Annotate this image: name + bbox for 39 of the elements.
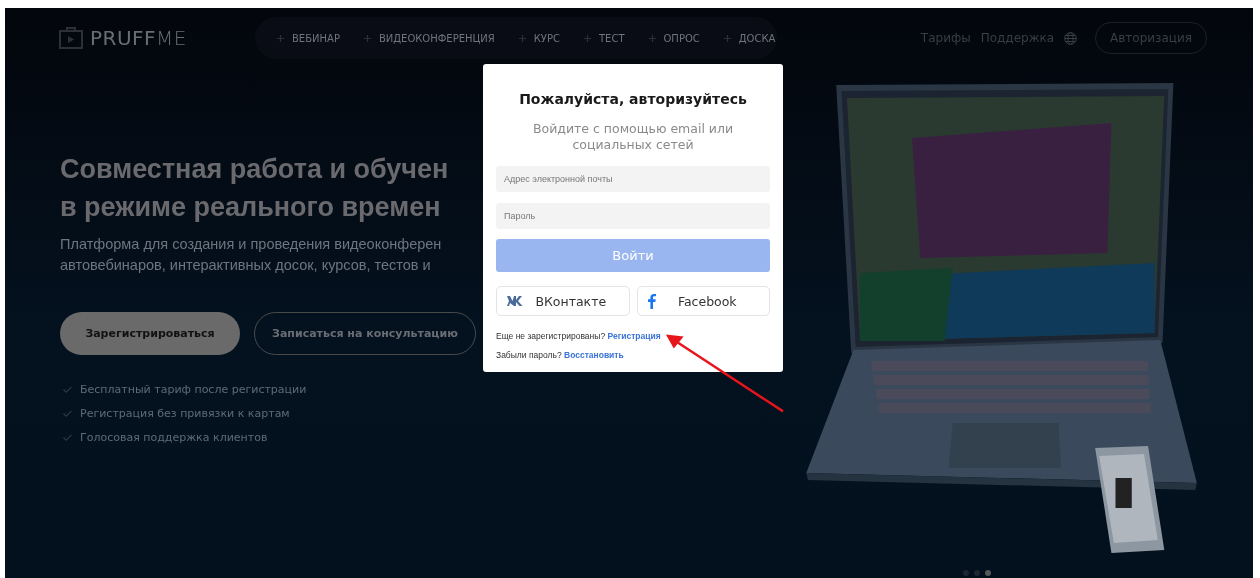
email-field[interactable]: Адрес электронной почты (496, 166, 770, 192)
plus-icon (363, 34, 371, 42)
register-link[interactable]: Регистрация (607, 331, 661, 341)
register-button[interactable]: Зарегистрироваться (60, 312, 240, 355)
register-prompt: Еще не зарегистрированы? Регистрация (496, 331, 662, 341)
logo-icon (58, 27, 84, 49)
feature-text: Голосовая поддержка клиентов (80, 431, 268, 444)
check-icon (63, 434, 72, 441)
plus-icon (277, 34, 284, 42)
plus-icon (583, 34, 591, 42)
carousel-dot[interactable] (985, 570, 991, 576)
vk-login-button[interactable]: ВКонтакте (496, 286, 630, 316)
restore-prompt: Забыли пароль? Восстановить (496, 350, 625, 360)
nav-link[interactable]: ОПРОС (648, 32, 700, 44)
feature-text: Регистрация без привязки к картам (80, 407, 290, 420)
carousel-dot[interactable] (974, 570, 980, 576)
vk-icon (507, 296, 523, 306)
headline: Совместная работа и обучен в режиме реального времен (60, 153, 449, 224)
password-field[interactable]: Пароль (496, 203, 770, 229)
plus-icon (518, 34, 526, 42)
dialog-title: Пожалуйста, авторизуйтесь (518, 91, 748, 107)
plus-icon (723, 34, 731, 42)
logo-text: PRUFFME (90, 26, 187, 50)
dialog-subtitle: Войдите с помощью email или социальных сетей (531, 121, 735, 153)
plus-icon (648, 34, 656, 42)
nav-link[interactable]: КУРС (518, 32, 560, 44)
carousel-dot[interactable] (963, 570, 969, 576)
facebook-login-button[interactable]: Facebook (636, 286, 770, 316)
check-icon (63, 386, 72, 393)
globe-icon[interactable] (1064, 31, 1078, 45)
nav-link[interactable]: ВЕБИНАР (277, 32, 340, 44)
facebook-icon (647, 293, 656, 309)
check-icon (63, 410, 72, 417)
nav-link[interactable]: ТЕСТ (583, 32, 625, 44)
feature-text: Бесплатный тариф после регистрации (80, 383, 307, 396)
hero-subtitle: Платформа для создания и проведения видеоконферен автовебинаров, интерактивных досок, курсов, тестов и (60, 235, 442, 275)
nav-link[interactable]: ВИДЕОКОНФЕРЕНЦИЯ (363, 32, 495, 44)
nav-link[interactable]: ДОСКА (723, 32, 776, 44)
restore-link[interactable]: Восстановить (564, 350, 624, 360)
